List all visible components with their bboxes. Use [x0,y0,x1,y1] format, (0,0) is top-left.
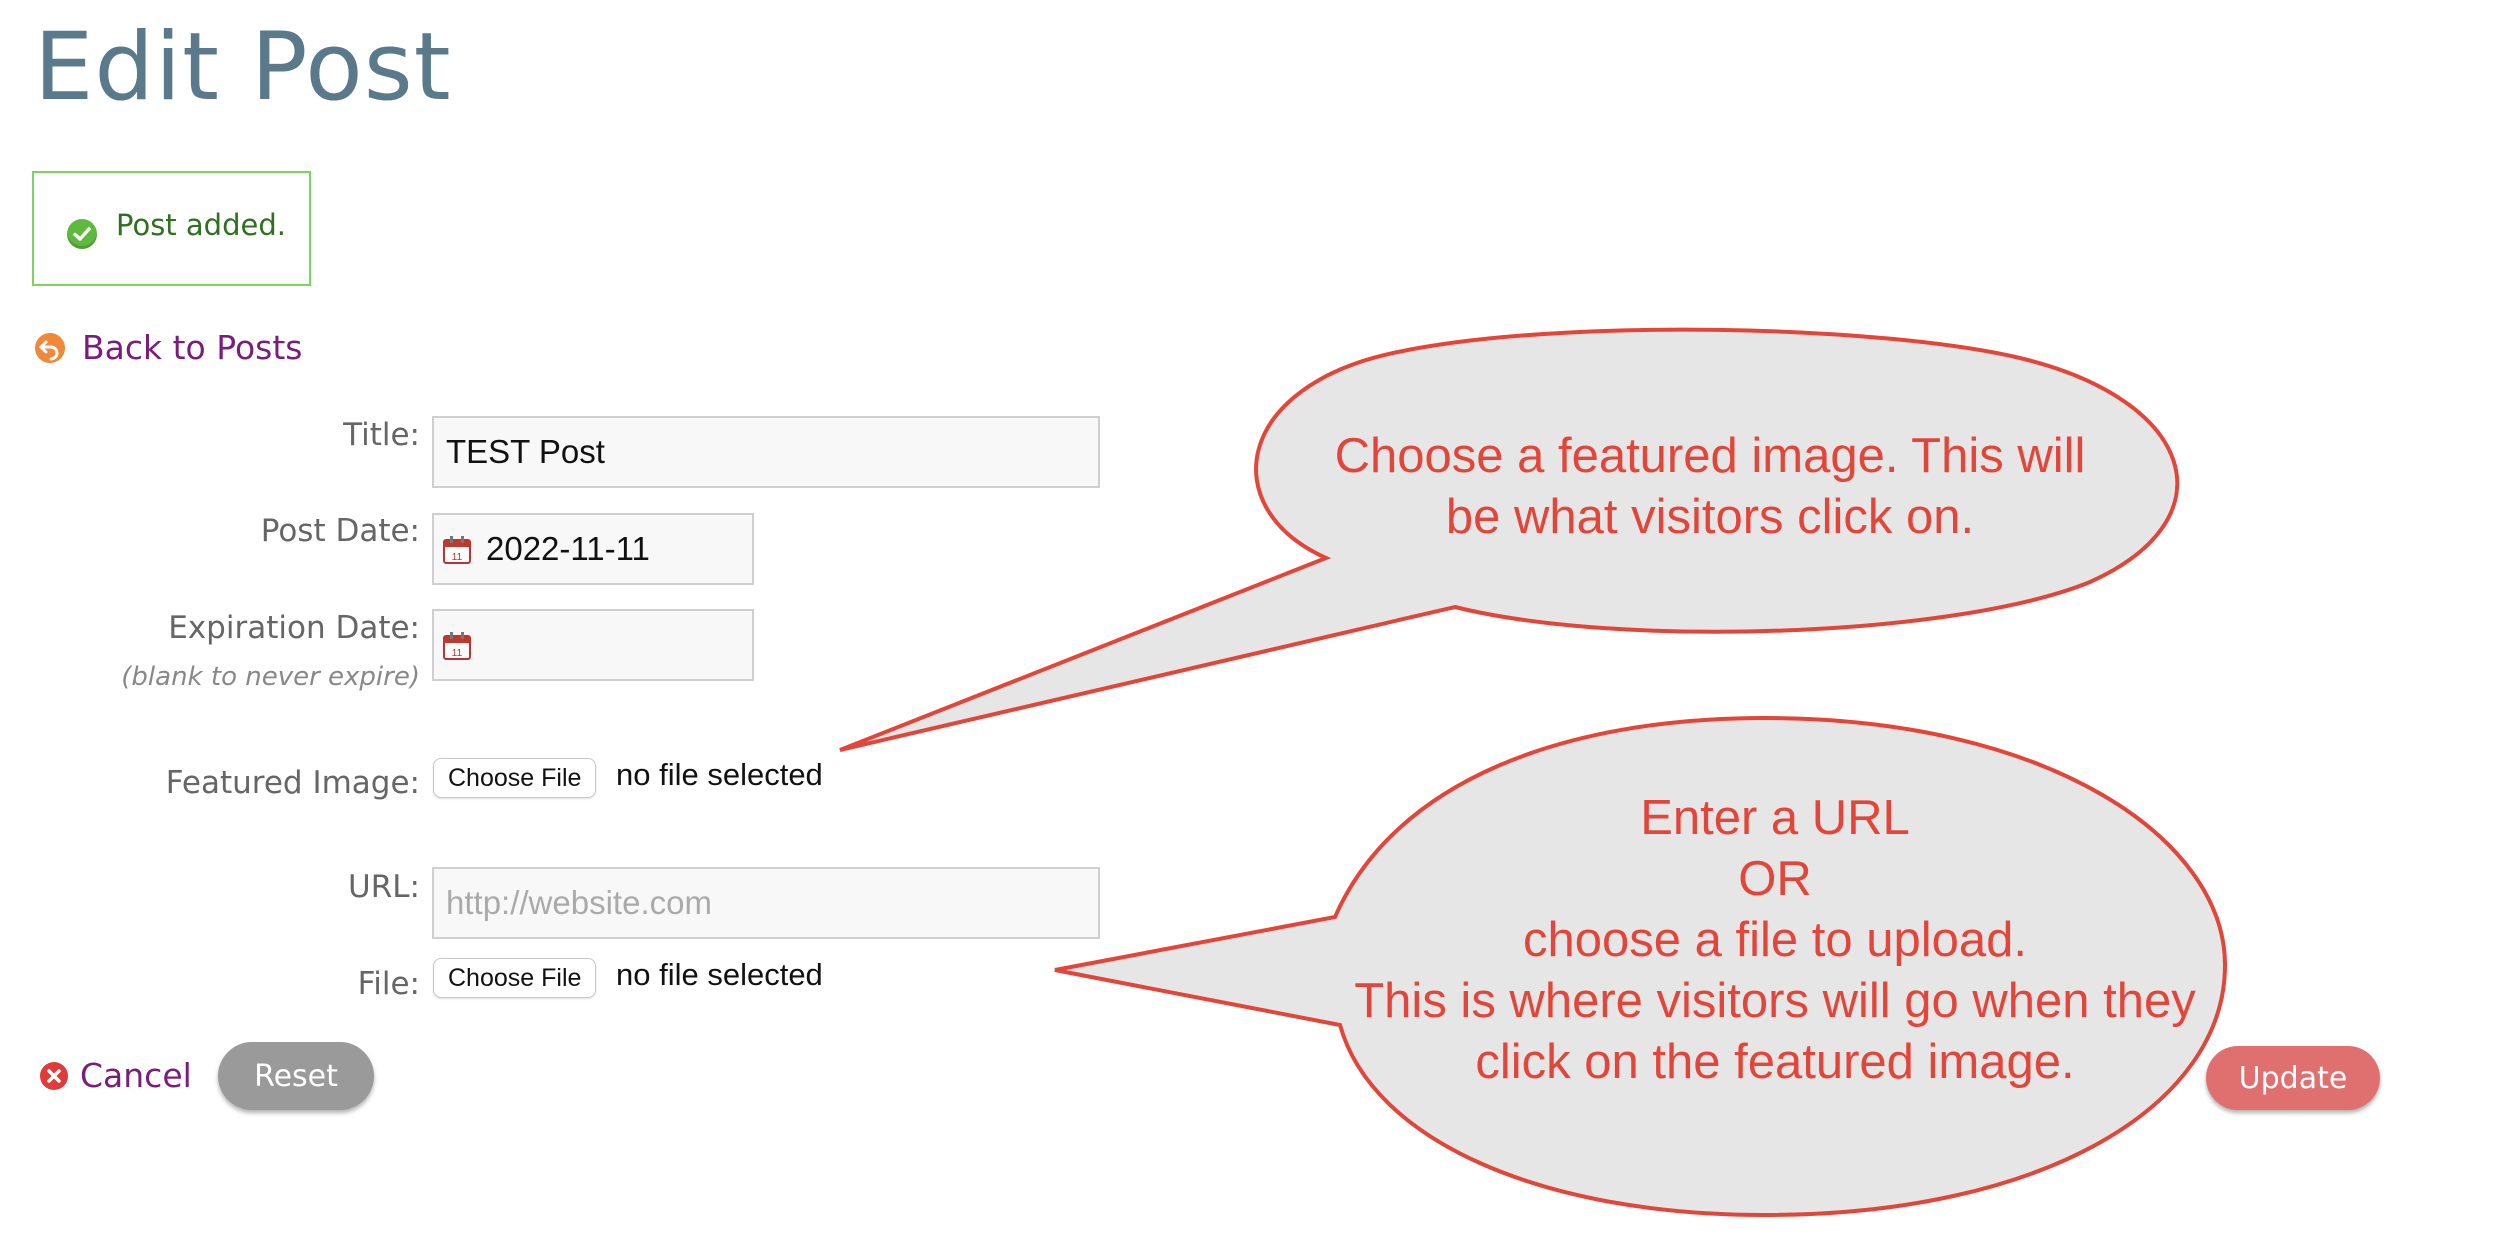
featured-image-callout: Choose a featured image. This will be wh… [1190,426,2230,548]
callout-line: Choose a featured image. This will [1334,429,2086,483]
callout-line: click on the featured image. [1475,1035,2075,1089]
callout-line: be what visitors click on. [1445,490,1975,544]
callout-line: choose a file to upload. [1523,913,2027,967]
url-file-callout: Enter a URL OR choose a file to upload. … [1275,788,2275,1093]
callout-line: OR [1738,852,1812,906]
callout-line: Enter a URL [1640,791,1910,845]
callout-line: This is where visitors will go when they [1354,974,2196,1028]
